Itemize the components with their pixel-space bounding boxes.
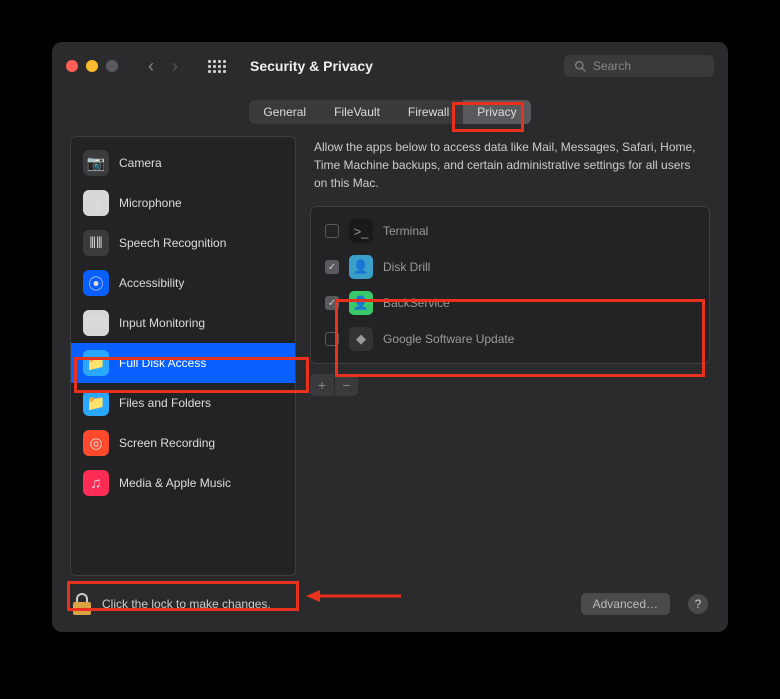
window-controls [66, 60, 118, 72]
search-icon [574, 60, 587, 73]
help-button[interactable]: ? [688, 594, 708, 614]
sidebar-item-label: Full Disk Access [119, 356, 206, 370]
tab-filevault[interactable]: FileVault [320, 100, 394, 124]
app-row[interactable]: 👤 Disk Drill [311, 249, 709, 285]
add-remove-group: + − [310, 374, 710, 396]
sidebar-icon: 📷 [83, 150, 109, 176]
app-name: Terminal [383, 224, 428, 238]
show-all-button[interactable] [206, 55, 228, 77]
sidebar-icon: 📁 [83, 350, 109, 376]
tab-privacy[interactable]: Privacy [463, 100, 530, 124]
sidebar-item-label: Speech Recognition [119, 236, 226, 250]
nav-buttons: ‹ › [140, 54, 186, 78]
sidebar-item-camera[interactable]: 📷 Camera [71, 143, 295, 183]
back-button[interactable]: ‹ [140, 54, 162, 78]
search-input[interactable]: Search [564, 55, 714, 77]
app-checkbox[interactable] [325, 332, 339, 346]
app-icon: 👤 [349, 255, 373, 279]
app-row[interactable]: 👤 BackService [311, 285, 709, 321]
prefs-window: ‹ › Security & Privacy Search GeneralFil… [52, 42, 728, 632]
tab-firewall[interactable]: Firewall [394, 100, 463, 124]
app-row[interactable]: >_ Terminal [311, 213, 709, 249]
app-name: Google Software Update [383, 332, 514, 346]
sidebar-item-input-monitoring[interactable]: ⌨ Input Monitoring [71, 303, 295, 343]
sidebar-item-full-disk-access[interactable]: 📁 Full Disk Access [71, 343, 295, 383]
sidebar-icon: 📁 [83, 390, 109, 416]
minimize-icon[interactable] [86, 60, 98, 72]
sidebar-item-microphone[interactable]: 🎙 Microphone [71, 183, 295, 223]
maximize-icon [106, 60, 118, 72]
app-name: Disk Drill [383, 260, 430, 274]
sidebar-icon: ◎ [83, 430, 109, 456]
sidebar-item-files-and-folders[interactable]: 📁 Files and Folders [71, 383, 295, 423]
app-icon: >_ [349, 219, 373, 243]
close-icon[interactable] [66, 60, 78, 72]
sidebar-item-label: Microphone [119, 196, 182, 210]
app-checkbox[interactable] [325, 296, 339, 310]
sidebar-item-accessibility[interactable]: ⦿ Accessibility [71, 263, 295, 303]
sidebar-item-label: Camera [119, 156, 162, 170]
app-checkbox[interactable] [325, 224, 339, 238]
sidebar-icon: ⌨ [83, 310, 109, 336]
sidebar-icon: 🎙 [83, 190, 109, 216]
remove-button: − [334, 374, 358, 396]
sidebar-icon: ♫ [83, 470, 109, 496]
tab-general[interactable]: General [249, 100, 320, 124]
privacy-sidebar: 📷 Camera 🎙 Microphone ⦀⦀ Speech Recognition ⦿ A… [70, 136, 296, 576]
description-text: Allow the apps below to access data like… [310, 136, 710, 206]
sidebar-item-label: Files and Folders [119, 396, 211, 410]
sidebar-item-label: Input Monitoring [119, 316, 205, 330]
sidebar-item-media-apple-music[interactable]: ♫ Media & Apple Music [71, 463, 295, 503]
titlebar: ‹ › Security & Privacy Search [52, 42, 728, 90]
app-name: BackService [383, 296, 450, 310]
tabs-row: GeneralFileVaultFirewallPrivacy [52, 90, 728, 136]
add-button: + [310, 374, 334, 396]
footer: Click the lock to make changes. Advanced… [52, 576, 728, 632]
app-checkbox[interactable] [325, 260, 339, 274]
app-list: >_ Terminal 👤 Disk Drill 👤 BackService ◆ Google… [310, 206, 710, 364]
search-placeholder: Search [593, 59, 631, 73]
sidebar-item-label: Accessibility [119, 276, 184, 290]
sidebar-icon: ⦿ [83, 270, 109, 296]
main-panel: Allow the apps below to access data like… [310, 136, 710, 576]
tabs: GeneralFileVaultFirewallPrivacy [249, 100, 530, 124]
forward-button: › [164, 54, 186, 78]
lock-text: Click the lock to make changes. [102, 597, 571, 611]
advanced-button[interactable]: Advanced… [581, 593, 670, 615]
app-icon: 👤 [349, 291, 373, 315]
sidebar-item-label: Media & Apple Music [119, 476, 231, 490]
window-title: Security & Privacy [250, 58, 554, 74]
sidebar-item-screen-recording[interactable]: ◎ Screen Recording [71, 423, 295, 463]
app-row[interactable]: ◆ Google Software Update [311, 321, 709, 357]
lock-icon[interactable] [72, 593, 92, 615]
sidebar-item-label: Screen Recording [119, 436, 215, 450]
content: 📷 Camera 🎙 Microphone ⦀⦀ Speech Recognition ⦿ A… [52, 136, 728, 576]
sidebar-icon: ⦀⦀ [83, 230, 109, 256]
sidebar-item-speech-recognition[interactable]: ⦀⦀ Speech Recognition [71, 223, 295, 263]
app-icon: ◆ [349, 327, 373, 351]
